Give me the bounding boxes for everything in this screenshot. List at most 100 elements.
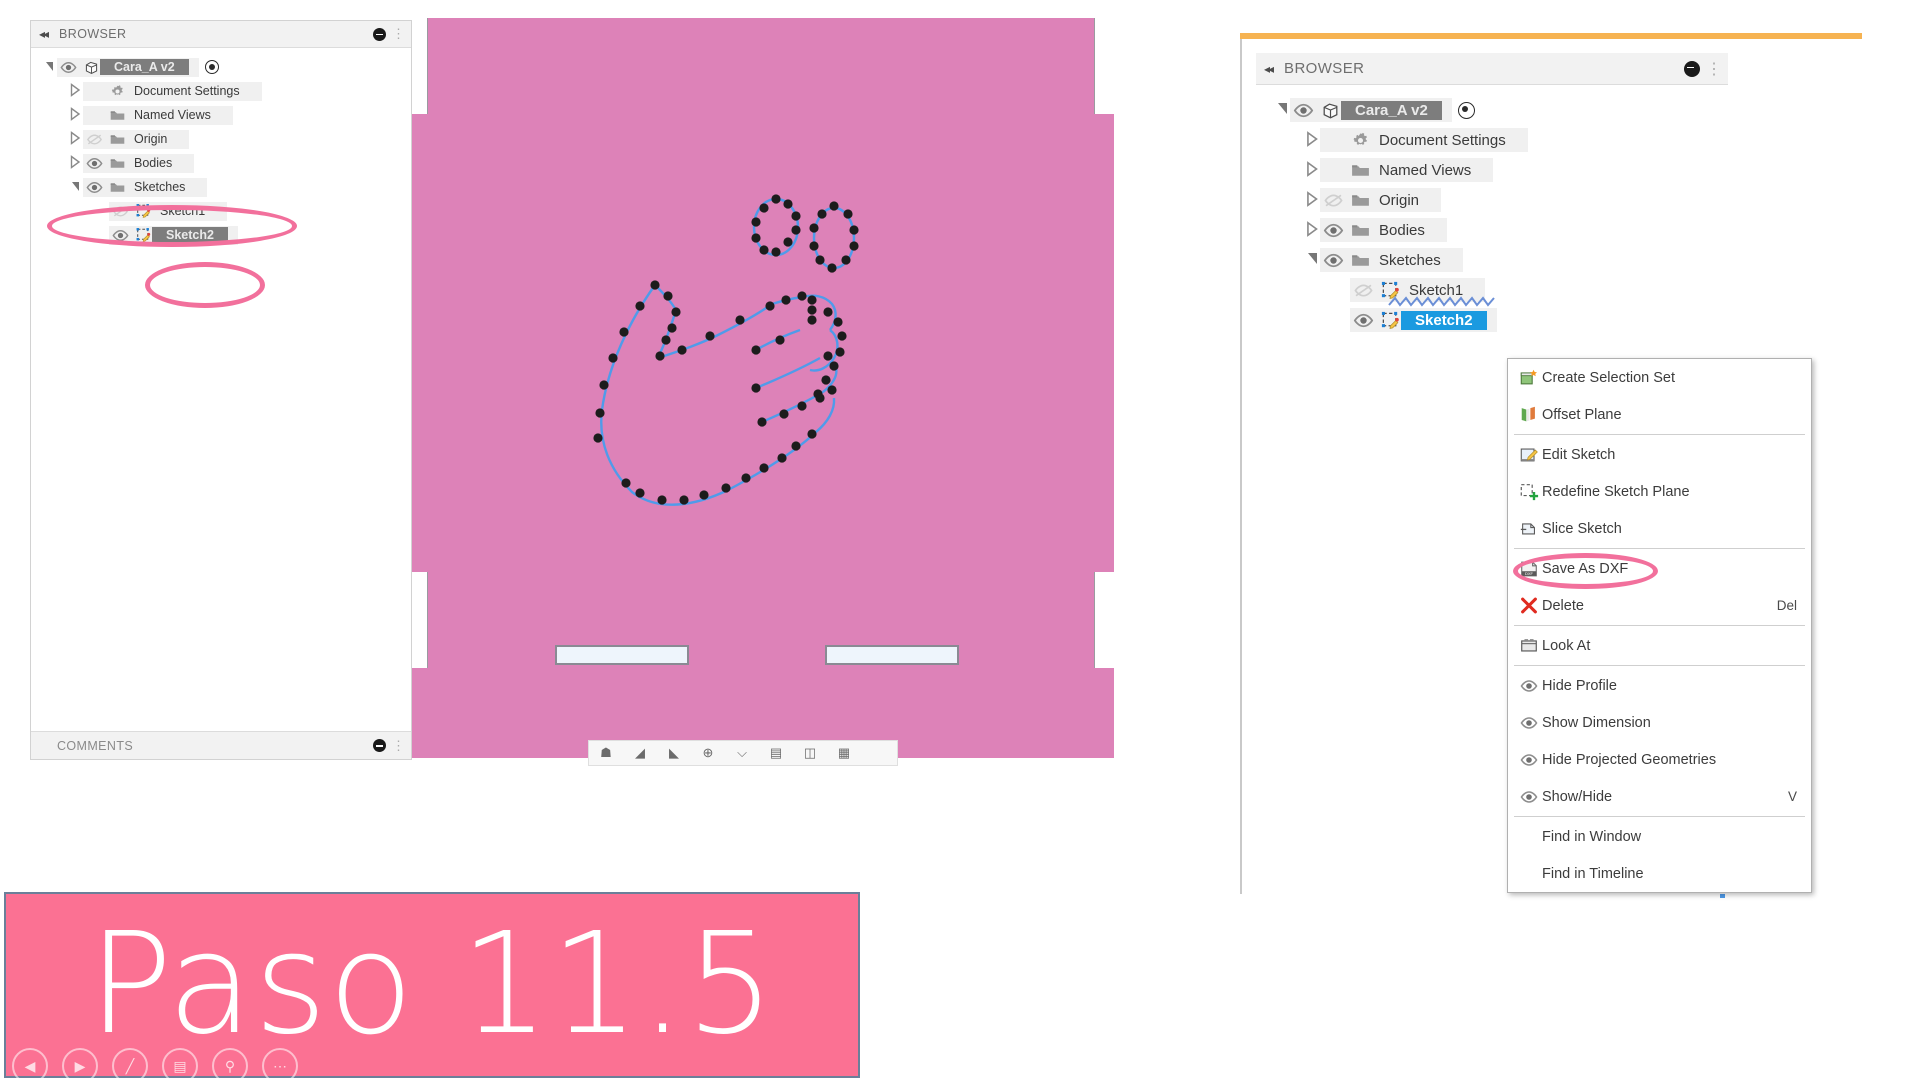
tree-item-label: Sketches [1379,251,1441,269]
expander-open-icon[interactable] [67,180,83,194]
tree-item[interactable]: Named Views [1346,158,1494,182]
visibility-toggle[interactable] [57,57,79,77]
tree-item[interactable]: Origin [105,129,190,149]
tree-row-sketch1[interactable]: Sketch1 [1256,275,1862,305]
sketch-context-menu[interactable]: Create Selection Set Offset Plane Edit Ske… [1507,358,1812,893]
eye-visible-icon [85,154,104,173]
tree-row-sketches[interactable]: Sketches [1256,245,1862,275]
menu-item-show-hide[interactable]: Show/Hide V [1508,778,1811,815]
folder-icon [109,107,126,124]
comments-grip-handle[interactable]: ⋮ [392,738,405,754]
tree-item[interactable]: Cara_A v2 [79,57,199,77]
visibility-toggle[interactable] [1350,308,1376,332]
visibility-toggle[interactable] [1290,98,1316,122]
menu-item-label: Show/Hide [1542,788,1613,805]
layout-grid-icon[interactable]: ▦ [827,745,861,761]
grip-handle[interactable]: ⋮ [1706,59,1722,79]
next-slide-icon[interactable]: ▶ [62,1048,98,1080]
expander-closed-icon[interactable] [1304,220,1320,240]
activate-component-radio[interactable] [1457,101,1475,119]
slide-overlay-controls[interactable]: ◀ ▶ ╱ ▤ ⚲ ⋯ [12,1048,298,1080]
fit-icon[interactable]: ◢ [623,745,657,761]
tree-row-origin[interactable]: Origin [1256,185,1862,215]
minimize-icon[interactable] [373,27,386,41]
visibility-toggle[interactable] [1320,218,1346,242]
tree-row-cara-a-v2[interactable]: Cara_A v2 [1256,95,1862,125]
visibility-toggle[interactable] [83,177,105,197]
visibility-toggle[interactable] [1320,248,1346,272]
expander-closed-icon[interactable] [67,82,83,100]
home-icon[interactable]: ☗ [589,745,623,761]
menu-item-offset-plane[interactable]: Offset Plane [1508,396,1811,433]
menu-separator [1514,816,1805,817]
activate-component-radio[interactable] [204,60,219,74]
tree-item[interactable]: Sketches [1346,248,1463,272]
menu-item-look-at[interactable]: Look At [1508,627,1811,664]
expander-closed-icon[interactable] [67,130,83,148]
tree-row-document-settings[interactable]: Document Settings [31,79,411,103]
menu-item-redefine-sketch-plane[interactable]: Redefine Sketch Plane [1508,473,1811,510]
tree-row-named-views[interactable]: Named Views [1256,155,1862,185]
tree-item[interactable]: Document Settings [1346,128,1528,152]
menu-item-find-in-timeline[interactable]: Find in Timeline [1508,855,1811,892]
tree-item[interactable]: Bodies [1346,218,1447,242]
expander-closed-icon[interactable] [1304,160,1320,180]
double-left-arrow-icon[interactable]: ◂◂ [1264,62,1274,76]
more-options-icon[interactable]: ⋯ [262,1048,298,1080]
display-settings-icon[interactable]: ⌵ [725,745,759,761]
right-browser-header[interactable]: ◂◂ BROWSER ⋮ [1256,53,1728,85]
expander-closed-icon[interactable] [67,106,83,124]
menu-item-delete[interactable]: Delete Del [1508,587,1811,624]
tree-row-named-views[interactable]: Named Views [31,103,411,127]
visibility-toggle[interactable] [1320,188,1346,212]
pen-icon[interactable]: ╱ [112,1048,148,1080]
left-browser-header[interactable]: ◂◂ BROWSER ⋮ [31,21,411,48]
viewports-icon[interactable]: ◫ [793,745,827,761]
menu-item-show-dimension[interactable]: Show Dimension [1508,704,1811,741]
grip-handle[interactable]: ⋮ [392,26,405,42]
tree-row-bodies[interactable]: Bodies [1256,215,1862,245]
menu-item-label: Show Dimension [1542,714,1651,731]
menu-item-hide-profile[interactable]: Hide Profile [1508,667,1811,704]
eye-visible-icon [1322,249,1345,272]
nav-toolbar[interactable]: ☗ ◢ ◣ ⊕ ⌵ ▤ ◫ ▦ [588,740,898,766]
tree-item[interactable]: Named Views [105,105,233,125]
tree-row-bodies[interactable]: Bodies [31,151,411,175]
tree-item[interactable]: Sketch2 [1376,308,1497,332]
tree-row-sketches[interactable]: Sketches [31,175,411,199]
comments-minimize-icon[interactable] [373,739,386,752]
double-left-arrow-icon[interactable]: ◂◂ [39,27,49,41]
expander-open-icon[interactable] [1274,103,1290,117]
tree-row-cara-a-v2[interactable]: Cara_A v2 [31,55,411,79]
tree-row-sketch2[interactable]: Sketch2 [1256,305,1862,335]
tree-row-document-settings[interactable]: Document Settings [1256,125,1862,155]
tree-item[interactable]: Sketches [105,177,208,197]
minimize-icon[interactable] [1684,60,1700,77]
orbit-icon[interactable]: ◣ [657,745,691,761]
tree-item[interactable]: Bodies [105,153,195,173]
expander-closed-icon[interactable] [67,154,83,172]
tree-row-origin[interactable]: Origin [31,127,411,151]
prev-slide-icon[interactable]: ◀ [12,1048,48,1080]
expander-closed-icon[interactable] [1304,190,1320,210]
menu-item-find-in-window[interactable]: Find in Window [1508,818,1811,855]
expander-closed-icon[interactable] [1304,130,1320,150]
grid-snap-icon[interactable]: ▤ [759,745,793,761]
menu-item-create-selection-set[interactable]: Create Selection Set [1508,359,1811,396]
comments-panel-header[interactable]: COMMENTS ⋮ [31,731,411,759]
tree-item[interactable]: Document Settings [105,81,262,101]
layout-icon[interactable]: ▤ [162,1048,198,1080]
tree-item[interactable]: Cara_A v2 [1316,98,1452,122]
visibility-toggle[interactable] [1350,278,1376,302]
menu-item-edit-sketch[interactable]: Edit Sketch [1508,436,1811,473]
visibility-toggle[interactable] [83,153,105,173]
menu-item-hide-projected-geometries[interactable]: Hide Projected Geometries [1508,741,1811,778]
zoom-icon[interactable]: ⚲ [212,1048,248,1080]
menu-item-slice-sketch[interactable]: Slice Sketch [1508,510,1811,547]
visibility-toggle[interactable] [83,129,105,149]
tree-item-label: Bodies [1379,221,1425,239]
tree-item[interactable]: Origin [1346,188,1442,212]
expander-open-icon[interactable] [1304,253,1320,267]
look-at-icon[interactable]: ⊕ [691,745,725,761]
expander-open-icon[interactable] [41,60,57,74]
